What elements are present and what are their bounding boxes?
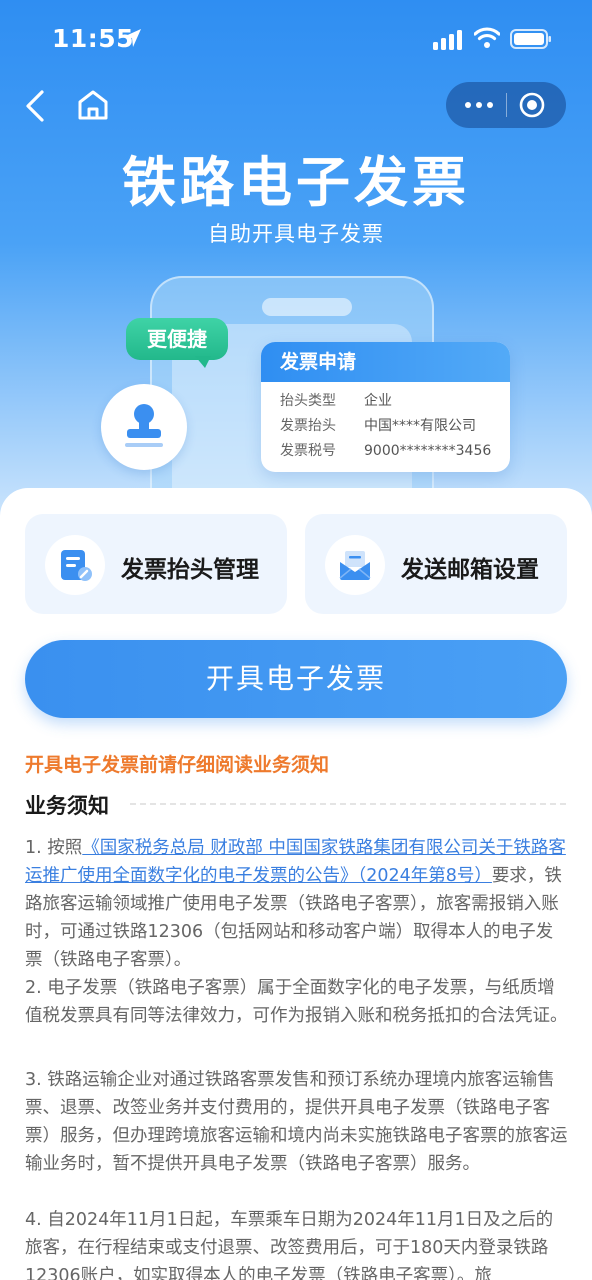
reading-warning: 开具电子发票前请仔细阅读业务须知 <box>25 754 330 776</box>
notice-paragraph-2: 2. 电子发票（铁路电子客票）属于全面数字化的电子发票，与纸质增值税发票具有同等… <box>25 978 568 1026</box>
announcement-link[interactable]: 《国家税务总局 财政部 中国国家铁路集团有限公司关于铁路客运推广使用全面数字化的… <box>25 838 566 886</box>
back-arrow-icon[interactable] <box>22 88 50 124</box>
stamp-illustration <box>101 384 187 470</box>
invoice-row: 抬头类型 企业 <box>280 393 392 409</box>
cellular-signal-icon <box>433 30 462 50</box>
issue-invoice-button[interactable]: 开具电子发票 <box>25 640 567 718</box>
invoice-row: 发票税号 9000********3456 <box>280 443 492 459</box>
email-settings-button[interactable]: 发送邮箱设置 <box>305 514 567 614</box>
invoice-header-management-label: 发票抬头管理 <box>121 557 259 583</box>
notice-paragraph-3: 3. 铁路运输企业对通过铁路客票发售和预订系统办理境内旅客运输售票、退票、改签业… <box>25 1070 568 1174</box>
close-target-icon[interactable] <box>519 92 545 118</box>
wifi-icon <box>474 27 500 48</box>
convenience-badge: 更便捷 <box>126 318 228 360</box>
location-arrow-icon <box>123 29 141 47</box>
capsule-divider <box>506 93 507 117</box>
section-divider <box>130 803 566 805</box>
envelope-icon <box>339 551 371 580</box>
miniprogram-capsule <box>446 82 566 128</box>
page-subtitle: 自助开具电子发票 <box>208 222 384 246</box>
email-settings-label: 发送邮箱设置 <box>401 557 539 583</box>
hero-banner: 11:55 铁路电子发票 自助开具电子发票 更便捷 发票申请 抬头类型 企业 发… <box>0 0 592 540</box>
notice-section-title: 业务须知 <box>25 794 109 818</box>
status-bar: 11:55 <box>0 0 592 78</box>
invoice-row: 发票抬头 中国****有限公司 <box>280 418 476 434</box>
invoice-card-title: 发票申请 <box>261 342 510 382</box>
notice-paragraph-1: 1. 按照《国家税务总局 财政部 中国国家铁路集团有限公司关于铁路客运推广使用全… <box>25 838 566 970</box>
battery-icon <box>510 29 551 49</box>
invoice-header-management-button[interactable]: 发票抬头管理 <box>25 514 287 614</box>
stamp-icon <box>125 404 163 447</box>
home-icon[interactable] <box>76 88 110 122</box>
invoice-edit-icon <box>61 550 92 581</box>
more-dots-icon[interactable] <box>464 96 494 114</box>
notice-paragraph-4: 4. 自2024年11月1日起，车票乘车日期为2024年11月1日及之后的旅客，… <box>25 1210 554 1280</box>
invoice-preview-card: 发票申请 抬头类型 企业 发票抬头 中国****有限公司 发票税号 9000*****… <box>261 342 510 472</box>
page-title: 铁路电子发票 <box>122 151 470 214</box>
